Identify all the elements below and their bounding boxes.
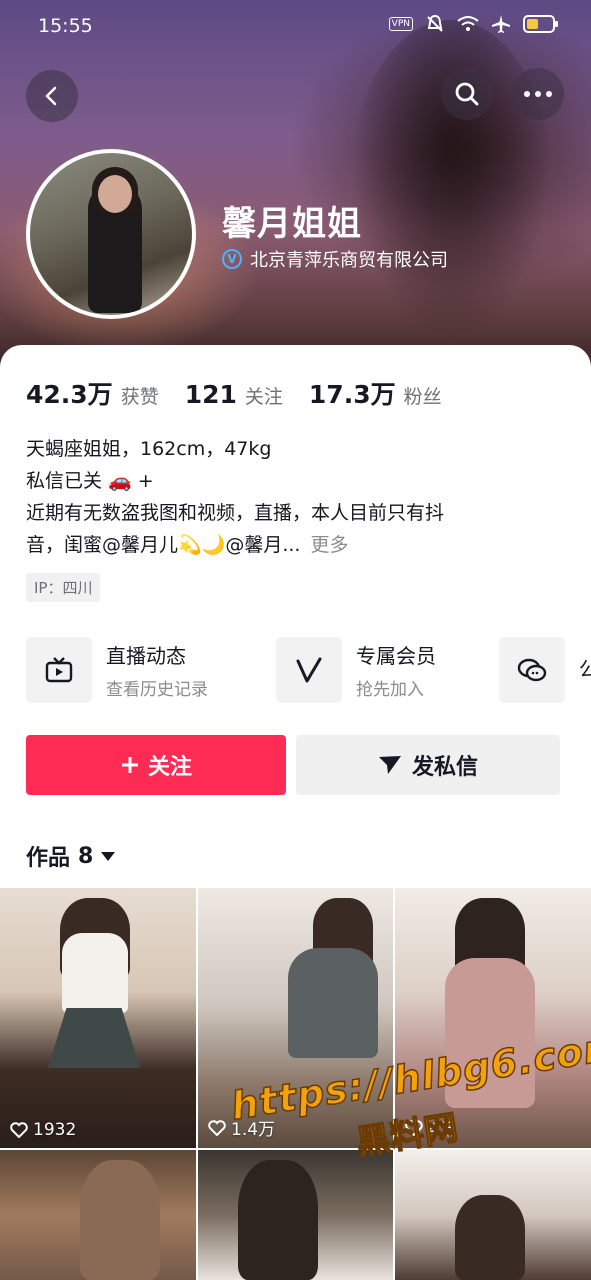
stat-fans-num: 17.3万 (308, 380, 396, 409)
stat-following-num: 121 (184, 380, 237, 409)
bio-line-3: 近期有无数盗我图和视频，直播，本人目前只有抖 (26, 502, 445, 524)
more-button[interactable] (512, 68, 564, 120)
video-tile[interactable] (395, 1150, 591, 1280)
like-count-value: 1932 (33, 1120, 77, 1140)
status-time: 15:55 (38, 15, 93, 37)
feature-group[interactable]: 公 (499, 637, 591, 703)
bio-line-1: 天蝎座姐姐，162cm，47kg (26, 438, 272, 460)
verified-org[interactable]: V 北京青萍乐商贸有限公司 (222, 246, 448, 272)
vpn-icon: VPN (388, 17, 413, 31)
works-tab-label: 作品 (26, 846, 71, 871)
chevron-left-icon (45, 86, 57, 106)
feature-live-title: 直播动态 (106, 644, 186, 668)
caret-down-icon (101, 851, 116, 861)
feature-member-title: 专属会员 (356, 644, 436, 668)
feature-row: 直播动态 查看历史记录 专属会员 抢先加入 公 (26, 637, 591, 703)
message-button-label: 发私信 (411, 755, 478, 780)
like-count: 1932 (10, 1120, 76, 1140)
battery-icon (523, 15, 558, 33)
follow-button[interactable]: 关注 (26, 735, 286, 795)
bio-line-2: 私信已关 🚗 + (26, 470, 154, 492)
airplane-icon (492, 15, 510, 33)
message-button[interactable]: 发私信 (296, 735, 560, 795)
ip-location-tag: IP：四川 (26, 573, 101, 602)
v-logo-icon (296, 657, 322, 683)
status-icons: VPN (388, 14, 558, 34)
cover-image (351, 20, 551, 340)
more-dots-icon (524, 91, 552, 97)
bell-muted-icon (427, 14, 443, 32)
wifi-icon (457, 16, 479, 31)
bio-more-link[interactable]: 更多 (310, 534, 348, 556)
follow-button-label: 关注 (147, 755, 192, 780)
heart-icon (208, 1119, 226, 1136)
stat-fans-label: 粉丝 (403, 386, 442, 408)
stats-row: 42.3万 获赞 121 关注 17.3万 粉丝 (26, 375, 442, 411)
feature-live-history[interactable]: 直播动态 查看历史记录 (26, 637, 208, 703)
video-tile[interactable]: 1932 (0, 888, 196, 1148)
bio: 天蝎座姐姐，162cm，47kg 私信已关 🚗 + 近期有无数盗我图和视频，直播… (26, 433, 546, 561)
works-tab[interactable]: 作品 8 (26, 840, 116, 872)
bio-line-4: 音，闺蜜@馨月儿💫🌙@馨月... 更多 (26, 529, 546, 561)
profile-name: 馨月姐姐 (222, 204, 362, 244)
send-icon (378, 756, 401, 774)
video-tile[interactable] (0, 1150, 196, 1280)
search-icon (455, 82, 479, 106)
tv-icon (45, 657, 73, 683)
status-bar: 15:55 VPN (0, 0, 591, 52)
stat-following[interactable]: 121 关注 (185, 380, 283, 409)
chat-bubble-icon (517, 658, 547, 682)
stat-likes-num: 42.3万 (26, 380, 113, 409)
feature-live-subtitle: 查看历史记录 (106, 680, 208, 700)
search-button[interactable] (441, 68, 493, 120)
bio-line-4-text: 音，闺蜜@馨月儿💫🌙@馨月... (26, 534, 301, 556)
back-button[interactable] (26, 70, 78, 122)
video-tile[interactable] (198, 1150, 393, 1280)
avatar[interactable] (26, 149, 196, 319)
plus-icon (121, 757, 138, 773)
heart-icon (10, 1122, 28, 1138)
stat-likes[interactable]: 42.3万 获赞 (26, 375, 159, 411)
stat-following-label: 关注 (244, 386, 283, 408)
stat-likes-label: 获赞 (120, 386, 159, 408)
verified-check-icon: V (222, 249, 242, 269)
works-count: 8 (78, 843, 94, 869)
verified-org-label: 北京青萍乐商贸有限公司 (250, 250, 448, 271)
stat-fans[interactable]: 17.3万 粉丝 (309, 375, 442, 411)
feature-member[interactable]: 专属会员 抢先加入 (276, 637, 436, 703)
feature-group-title: 公 (579, 656, 591, 681)
feature-member-subtitle: 抢先加入 (356, 680, 424, 700)
